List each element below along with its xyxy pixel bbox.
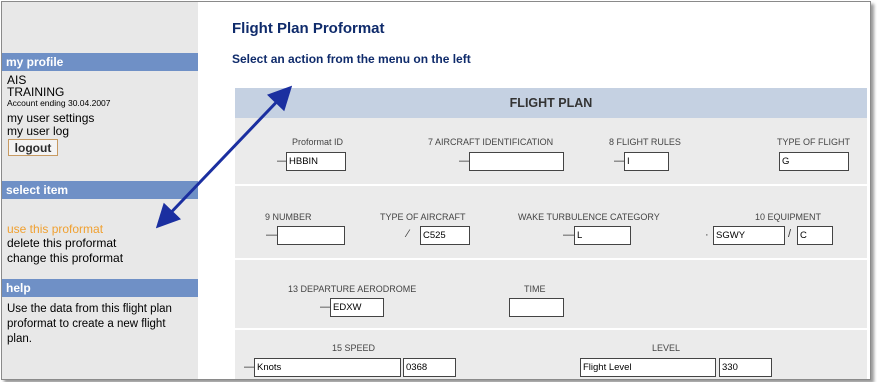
sidebar: my profile AIS TRAINING Account ending 3… — [2, 2, 198, 379]
type-of-flight-field[interactable]: G — [779, 152, 849, 171]
slash-marker: ⁄ — [407, 228, 409, 240]
delete-proformat-link[interactable]: delete this proformat — [7, 236, 116, 250]
my-user-settings-link[interactable]: my user settings — [7, 111, 94, 125]
profile-line-training: TRAINING — [7, 85, 65, 99]
dash-marker: — — [563, 229, 574, 241]
flight-plan-panel: FLIGHT PLAN Proformat ID — HBBIN 7 AIRCR… — [235, 88, 867, 379]
speed-unit-select[interactable]: Knots — [254, 358, 401, 377]
time-label: TIME — [524, 284, 546, 294]
account-note: Account ending 30.04.2007 — [7, 98, 111, 108]
my-user-log-link[interactable]: my user log — [7, 124, 69, 138]
equipment-field[interactable]: SGWY — [713, 226, 785, 245]
time-field[interactable] — [509, 298, 564, 317]
logout-button[interactable]: logout — [8, 139, 58, 156]
proformat-id-field[interactable]: HBBIN — [286, 152, 346, 171]
page-subtitle: Select an action from the menu on the le… — [232, 52, 471, 66]
page-title: Flight Plan Proformat — [232, 20, 385, 37]
select-item-header: select item — [2, 181, 198, 199]
flight-rules-field[interactable]: I — [624, 152, 669, 171]
speed-label: 15 SPEED — [332, 343, 376, 353]
number-field[interactable] — [277, 226, 345, 245]
panel-title: FLIGHT PLAN — [235, 88, 867, 118]
type-of-flight-label: TYPE OF FLIGHT — [777, 137, 851, 147]
row-divider — [235, 258, 867, 260]
level-label: LEVEL — [652, 343, 681, 353]
proformat-id-label: Proformat ID — [292, 137, 344, 147]
help-header: help — [2, 279, 198, 297]
help-text: Use the data from this flight plan profo… — [7, 303, 172, 345]
speed-value-field[interactable]: 0368 — [403, 358, 456, 377]
flight-rules-label: 8 FLIGHT RULES — [609, 137, 681, 147]
use-proformat-link[interactable]: use this proformat — [7, 222, 103, 236]
departure-aerodrome-label: 13 DEPARTURE AERODROME — [288, 284, 417, 294]
equipment-secondary-field[interactable]: C — [797, 226, 833, 245]
type-of-aircraft-field[interactable]: C525 — [420, 226, 470, 245]
slash-marker: / — [788, 228, 792, 240]
aircraft-identification-field[interactable] — [469, 152, 564, 171]
wake-turbulence-field[interactable]: L — [574, 226, 631, 245]
level-value-field[interactable]: 330 — [719, 358, 772, 377]
type-of-aircraft-label: TYPE OF AIRCRAFT — [380, 212, 466, 222]
number-label: 9 NUMBER — [265, 212, 312, 222]
change-proformat-link[interactable]: change this proformat — [7, 251, 123, 265]
row-divider — [235, 328, 867, 330]
dash-marker: · — [705, 229, 709, 241]
departure-aerodrome-field[interactable]: EDXW — [330, 298, 384, 317]
my-profile-header: my profile — [2, 53, 198, 71]
equipment-label: 10 EQUIPMENT — [755, 212, 822, 222]
row-divider — [235, 184, 867, 186]
app-frame: my profile AIS TRAINING Account ending 3… — [1, 1, 871, 380]
dash-marker: — — [266, 229, 277, 241]
wake-turbulence-label: WAKE TURBULENCE CATEGORY — [518, 212, 660, 222]
aircraft-identification-label: 7 AIRCRAFT IDENTIFICATION — [428, 137, 554, 147]
level-unit-select[interactable]: Flight Level — [580, 358, 716, 377]
